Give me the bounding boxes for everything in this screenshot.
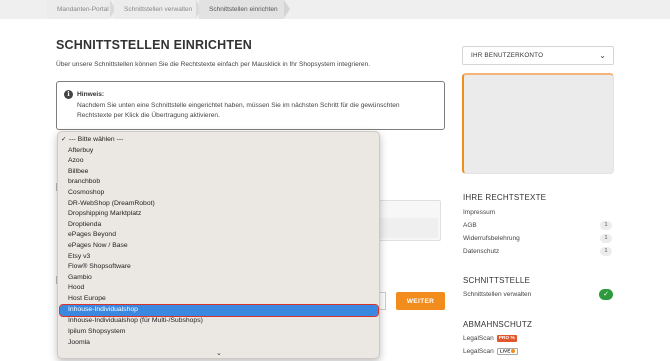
rechtstext-label: AGB [463, 222, 477, 229]
check-icon: ✓ [599, 289, 613, 300]
rechtstext-item-widerrufsbelehrung[interactable]: Widerrufsbelehrung 1 [463, 232, 614, 245]
sidebar-card [462, 73, 614, 174]
dropdown-option[interactable]: Etsy v3 [68, 252, 377, 263]
dropdown-option[interactable]: Cosmoshop [68, 188, 377, 199]
dropdown-option[interactable]: ePages Now / Base [68, 241, 377, 252]
live-badge: LIVE [496, 347, 519, 355]
account-dropdown[interactable]: IHR BENUTZERKONTO ⌄ [462, 46, 614, 65]
breadcrumb-item-schnittstellen-verwalten[interactable]: Schnittstellen verwalten [114, 0, 196, 19]
account-dropdown-label: IHR BENUTZERKONTO [471, 52, 544, 59]
pro-badge: PRO % [496, 334, 517, 342]
legalscan-label: LegalScan [463, 335, 494, 342]
dropdown-option[interactable]: Flow® Shopsoftware [68, 262, 377, 273]
scroll-down-chevron-icon[interactable]: ⌄ [216, 349, 222, 357]
hint-box: i Hinweis: Nachdem Sie unten eine Schnit… [56, 81, 445, 130]
dropdown-option[interactable]: Azoo [68, 156, 377, 167]
schnittstelle-heading: SCHNITTSTELLE [463, 276, 531, 285]
info-icon: i [64, 90, 73, 99]
dropdown-option[interactable]: DR-WebShop (DreamRobot) [68, 199, 377, 210]
page-title: SCHNITTSTELLEN EINRICHTEN [56, 38, 252, 52]
dropdown-option[interactable]: Joomla [68, 338, 377, 349]
breadcrumb: Mandanten-Portal Schnittstellen verwalte… [0, 0, 670, 19]
dropdown-option-selected[interactable]: Inhouse-Individualshop [59, 304, 379, 317]
hint-text: Nachdem Sie unten eine Schnittstelle ein… [77, 102, 400, 119]
live-dot-icon [511, 348, 516, 353]
legalscan-label: LegalScan [463, 348, 494, 355]
rechtstext-label: Impressum [463, 209, 496, 216]
rechtstext-item-datenschutz[interactable]: Datenschutz 1 [463, 245, 614, 258]
breadcrumb-separator [284, 0, 290, 18]
legalscan-live-item[interactable]: LegalScan LIVE [463, 345, 614, 358]
dropdown-option[interactable]: Droptienda [68, 220, 377, 231]
dropdown-option-placeholder[interactable]: ✓ --- Bitte wählen --- [61, 135, 370, 146]
dropdown-option[interactable]: Hood [68, 283, 377, 294]
dropdown-option[interactable]: Billbee [68, 167, 377, 178]
breadcrumb-item-current: Schnittstellen einrichten [199, 0, 284, 19]
weiter-button[interactable]: WEITER [396, 292, 445, 310]
count-badge: 1 [600, 234, 612, 243]
schnittstelle-label: Schnittstellen verwalten [463, 291, 532, 298]
rechtstext-label: Widerrufsbelehrung [463, 235, 520, 242]
breadcrumb-item-mandanten-portal[interactable]: Mandanten-Portal [47, 0, 110, 19]
chevron-down-icon: ⌄ [599, 51, 606, 60]
dropdown-option[interactable]: branchbob [68, 177, 377, 188]
rechtstext-item-impressum[interactable]: Impressum [463, 206, 614, 219]
rechtstext-item-agb[interactable]: AGB 1 [463, 219, 614, 232]
intro-text: Über unsere Schnittstellen können Sie di… [56, 61, 371, 68]
legalscan-pro-item[interactable]: LegalScan PRO % [463, 332, 614, 345]
dropdown-option[interactable]: Afterbuy [68, 146, 377, 157]
dropdown-option[interactable]: ePages Beyond [68, 230, 377, 241]
dropdown-option[interactable]: Inhouse-Individualshop (für Multi-/Subsh… [68, 316, 377, 327]
checkmark-icon: ✓ [61, 136, 67, 143]
count-badge: 1 [600, 221, 612, 230]
dropdown-option[interactable]: Ipilum Shopsystem [68, 327, 377, 338]
shop-system-dropdown[interactable]: ✓ --- Bitte wählen --- Afterbuy Azoo Bill… [57, 131, 380, 359]
dropdown-option[interactable]: Gambio [68, 273, 377, 284]
dropdown-option[interactable]: Host Europe [68, 294, 377, 305]
schnittstellen-verwalten-item[interactable]: Schnittstellen verwalten ✓ [463, 288, 614, 301]
count-badge: 1 [600, 247, 612, 256]
abmahnschutz-heading: ABMAHNSCHUTZ [463, 320, 533, 329]
rechtstexte-heading: IHRE RECHTSTEXTE [463, 193, 547, 202]
dropdown-option[interactable]: Dropshipping Marktplatz [68, 209, 377, 220]
hint-title: Hinweis: [77, 91, 105, 98]
rechtstext-label: Datenschutz [463, 248, 500, 255]
